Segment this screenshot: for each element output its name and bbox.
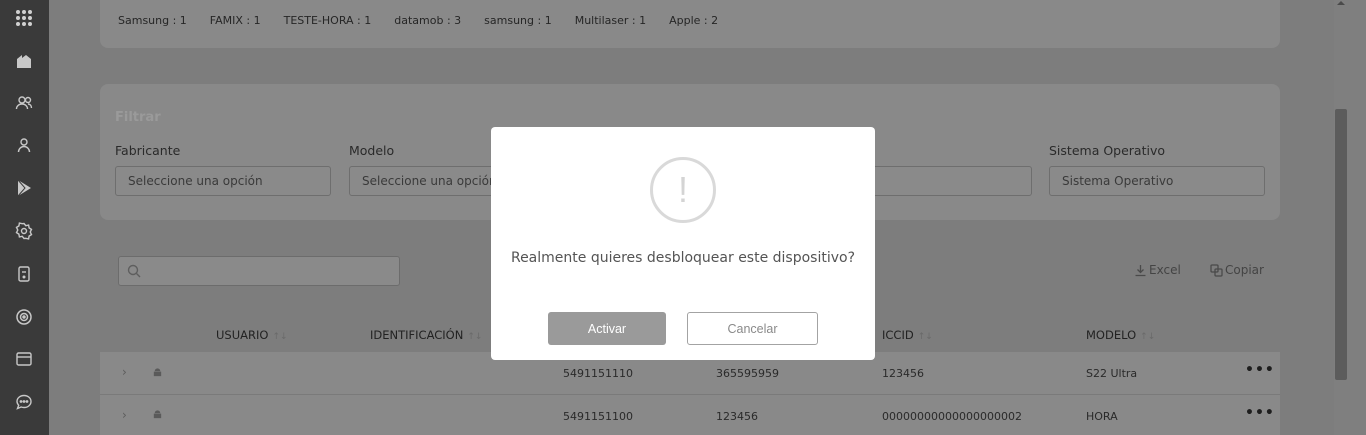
brand-count: TESTE-HORA : 1 xyxy=(283,14,372,27)
warning-icon: ! xyxy=(650,157,716,223)
imei-cell: 123456 xyxy=(716,410,758,423)
phone-cell: 5491151110 xyxy=(563,367,633,380)
sistema-operativo-input[interactable]: Sistema Operativo xyxy=(1049,166,1265,196)
users-icon[interactable] xyxy=(12,91,36,115)
brand-count: Samsung : 1 xyxy=(118,14,187,27)
activar-button[interactable]: Activar xyxy=(548,312,666,345)
column-header-identificacion[interactable]: IDENTIFICACIÓN ↑↓ xyxy=(370,328,482,342)
header-label: ICCID xyxy=(882,328,914,342)
expand-chevron-icon[interactable]: › xyxy=(122,365,127,379)
scroll-up-icon[interactable] xyxy=(1336,0,1346,6)
search-icon xyxy=(127,264,141,278)
cancelar-button[interactable]: Cancelar xyxy=(687,312,818,345)
chat-icon[interactable] xyxy=(12,390,36,414)
download-icon xyxy=(1135,264,1146,276)
excel-label: Excel xyxy=(1149,263,1181,277)
copiar-button[interactable]: Copiar xyxy=(1210,263,1264,277)
sort-icon[interactable]: ↑↓ xyxy=(918,332,933,342)
modelo-cell: S22 Ultra xyxy=(1086,367,1138,380)
modelo-label: Modelo xyxy=(349,143,395,158)
home-icon[interactable] xyxy=(12,48,36,72)
apps-grid-icon[interactable] xyxy=(12,6,36,30)
sistema-operativo-label: Sistema Operativo xyxy=(1049,143,1166,158)
more-options-icon[interactable]: ••• xyxy=(1245,405,1275,421)
settings-icon[interactable] xyxy=(12,219,36,243)
brand-count: samsung : 1 xyxy=(484,14,552,27)
android-icon xyxy=(153,368,162,377)
dialog-message: Realmente quieres desbloquear este dispo… xyxy=(510,250,856,266)
brand-counts: Samsung : 1 FAMIX : 1 TESTE-HORA : 1 dat… xyxy=(118,14,741,27)
iccid-cell: 123456 xyxy=(882,367,924,380)
sort-icon[interactable]: ↑↓ xyxy=(467,332,482,342)
sidebar xyxy=(0,0,49,435)
brand-count: FAMIX : 1 xyxy=(209,14,261,27)
fabricante-select[interactable]: Seleccione una opción xyxy=(115,166,331,196)
copiar-label: Copiar xyxy=(1225,263,1264,277)
android-icon xyxy=(153,410,162,419)
copy-icon xyxy=(1210,263,1223,277)
column-header-modelo[interactable]: MODELO ↑↓ xyxy=(1086,328,1155,342)
search-input[interactable] xyxy=(118,256,400,286)
modelo-cell: HORA xyxy=(1086,410,1118,423)
excel-button[interactable]: Excel xyxy=(1134,263,1181,277)
device-icon[interactable] xyxy=(12,262,36,286)
more-options-icon[interactable]: ••• xyxy=(1245,362,1275,378)
phone-cell: 5491151100 xyxy=(563,410,633,423)
sort-icon[interactable]: ↑↓ xyxy=(272,332,287,342)
confirm-dialog: ! Realmente quieres desbloquear este dis… xyxy=(491,127,875,360)
browser-icon[interactable] xyxy=(12,347,36,371)
column-header-usuario[interactable]: USUARIO ↑↓ xyxy=(216,328,288,342)
table-row[interactable]: › 5491151100 123456 00000000000000000002… xyxy=(100,395,1280,435)
header-label: IDENTIFICACIÓN xyxy=(370,328,464,342)
filter-title: Filtrar xyxy=(115,110,161,125)
imei-cell: 365595959 xyxy=(716,367,779,380)
iccid-cell: 00000000000000000002 xyxy=(882,410,1022,423)
column-header-iccid[interactable]: ICCID ↑↓ xyxy=(882,328,933,342)
page-scrollbar-thumb[interactable] xyxy=(1335,109,1347,380)
brand-count: Multilaser : 1 xyxy=(574,14,647,27)
sort-icon[interactable]: ↑↓ xyxy=(1140,332,1155,342)
brand-count: datamob : 3 xyxy=(394,14,462,27)
user-icon[interactable] xyxy=(12,133,36,157)
expand-chevron-icon[interactable]: › xyxy=(122,408,127,422)
header-label: MODELO xyxy=(1086,328,1137,342)
fabricante-label: Fabricante xyxy=(115,143,181,158)
target-icon[interactable] xyxy=(12,305,36,329)
brand-count: Apple : 2 xyxy=(669,14,719,27)
play-store-icon[interactable] xyxy=(12,176,36,200)
header-label: USUARIO xyxy=(216,328,269,342)
